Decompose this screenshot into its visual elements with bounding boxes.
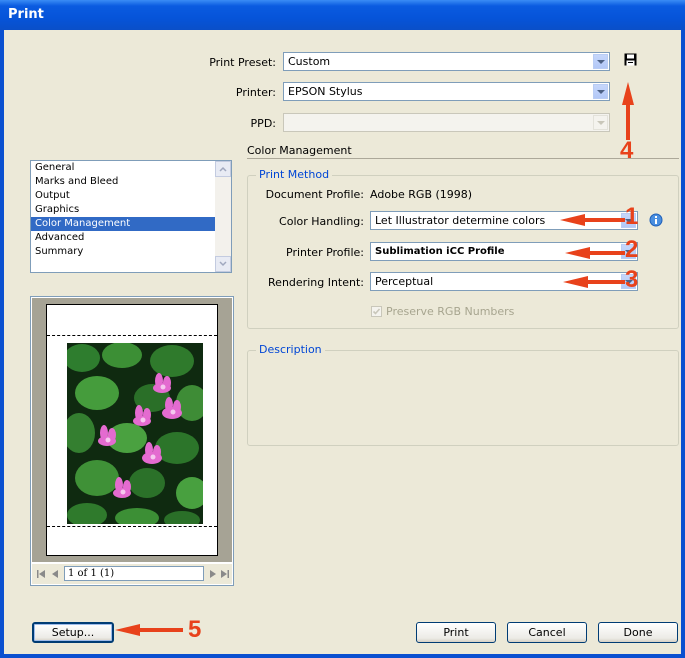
arrow-1-icon <box>560 214 625 226</box>
arrow-3-icon <box>563 276 625 288</box>
annotation-number-5: 5 <box>188 616 202 643</box>
arrow-4-icon <box>622 82 634 140</box>
annotation-number-2: 2 <box>625 236 639 263</box>
annotation-number-4: 4 <box>620 137 634 164</box>
arrow-5-icon <box>115 624 183 636</box>
arrow-2-icon <box>565 247 625 259</box>
annotation-number-3: 3 <box>625 266 639 293</box>
annotation-number-1: 1 <box>625 203 639 230</box>
annotation-arrows <box>115 82 634 636</box>
